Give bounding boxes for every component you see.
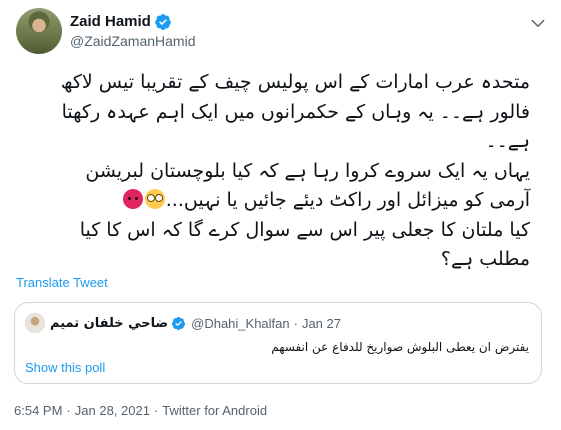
verified-badge-icon bbox=[172, 316, 186, 330]
separator-dot: · bbox=[66, 403, 71, 418]
tweet-line: ہے۔۔ bbox=[485, 130, 530, 152]
quote-handle: @Dhahi_Khalfan bbox=[191, 315, 290, 331]
angry-face-icon bbox=[122, 189, 143, 209]
show-poll-link[interactable]: Show this poll bbox=[25, 360, 105, 375]
tweet-line-with-emojis: آرمی کو میزائل اور راکٹ دیئے جائیں یا نہ… bbox=[14, 186, 530, 216]
quoted-tweet[interactable]: ضاحي خلفان تميم @Dhahi_Khalfan · Jan 27 … bbox=[14, 302, 542, 384]
tweet-line: فالور ہے۔۔ یہ وہاں کے حکمرانوں میں ایک ا… bbox=[61, 100, 530, 123]
quote-text: يفترض ان يعطى البلوش صواريخ للدفاع عن ان… bbox=[271, 340, 529, 354]
tweet-metadata: 6:54 PM · Jan 28, 2021 · Twitter for And… bbox=[14, 403, 267, 418]
tweet-line: آرمی کو میزائل اور راکٹ دیئے جائیں یا نہ… bbox=[165, 189, 530, 211]
tweet-date[interactable]: Jan 28, 2021 bbox=[75, 403, 150, 418]
tweet-line: متحدہ عرب امارات کے اس پولیس چیف کے تقری… bbox=[60, 71, 530, 93]
quote-display-name: ضاحي خلفان تميم bbox=[50, 315, 169, 331]
tweet-line: یہاں یہ ایک سروے کروا رہا ہے کہ کیا بلوچ… bbox=[85, 159, 530, 182]
quote-date: Jan 27 bbox=[301, 315, 341, 331]
tweet-line: کیا ملتان کا جعلی پیر اس سے سوال کرے گا … bbox=[79, 218, 530, 241]
chevron-down-icon[interactable] bbox=[529, 14, 547, 32]
tweet-card: Zaid Hamid @ZaidZamanHamid متحدہ عرب اما… bbox=[0, 0, 561, 430]
verified-badge-icon bbox=[154, 13, 171, 30]
display-name[interactable]: Zaid Hamid bbox=[70, 13, 151, 30]
translate-tweet-link[interactable]: Translate Tweet bbox=[16, 275, 108, 290]
quote-header: ضاحي خلفان تميم @Dhahi_Khalfan · Jan 27 bbox=[25, 313, 341, 333]
tweet-time[interactable]: 6:54 PM bbox=[14, 403, 62, 418]
handle[interactable]: @ZaidZamanHamid bbox=[70, 33, 195, 49]
quote-avatar bbox=[25, 313, 45, 333]
avatar[interactable] bbox=[16, 8, 62, 54]
name-row: Zaid Hamid bbox=[70, 12, 195, 31]
tweet-line: مطلب ہے؟ bbox=[440, 248, 530, 270]
separator-dot: · bbox=[153, 403, 159, 418]
separator-dot: · bbox=[293, 315, 298, 331]
tweet-source: Twitter for Android bbox=[162, 403, 268, 418]
author-info: Zaid Hamid @ZaidZamanHamid bbox=[70, 12, 195, 49]
tweet-text: متحدہ عرب امارات کے اس پولیس چیف کے تقری… bbox=[14, 68, 530, 275]
flushed-face-icon bbox=[144, 189, 165, 209]
